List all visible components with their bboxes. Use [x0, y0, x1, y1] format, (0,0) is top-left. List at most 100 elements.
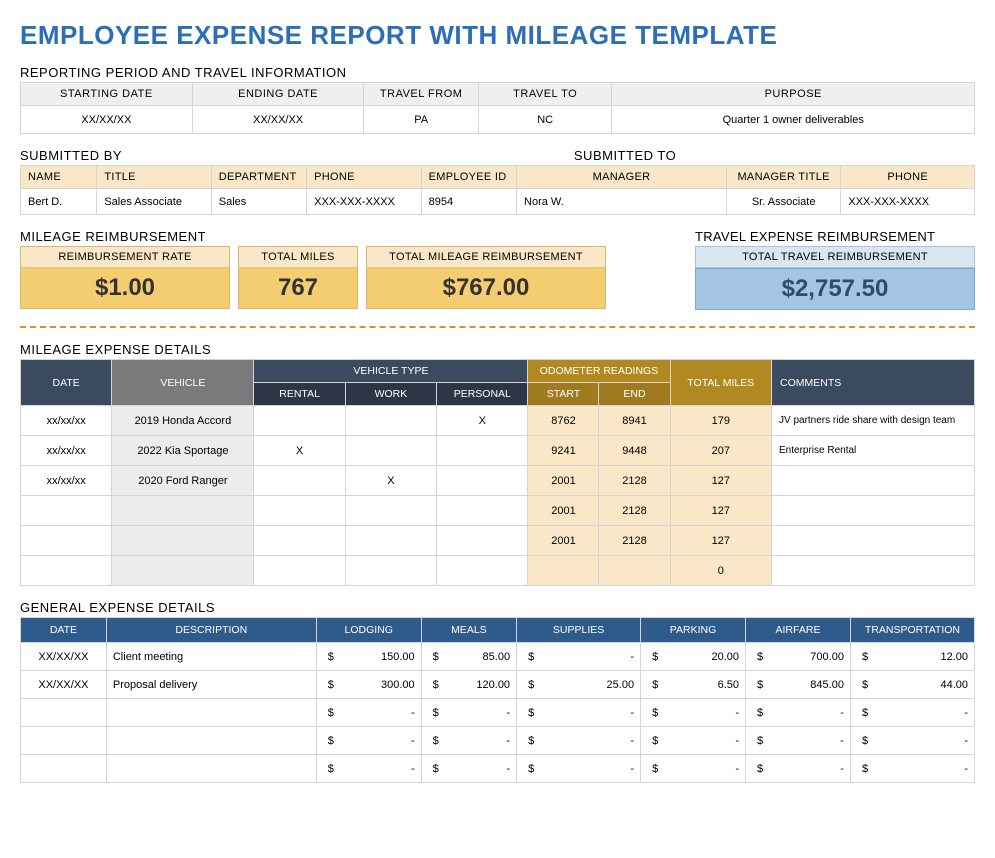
gen-date[interactable]	[21, 727, 107, 755]
gen-lodging[interactable]: $-	[316, 699, 421, 727]
gen-lodging[interactable]: $300.00	[316, 671, 421, 699]
mil-start[interactable]: 2001	[528, 466, 599, 496]
mil-personal[interactable]	[437, 436, 528, 466]
gen-lodging[interactable]: $150.00	[316, 643, 421, 671]
mil-start[interactable]	[528, 556, 599, 586]
mil-end[interactable]: 2128	[599, 526, 670, 556]
mil-personal[interactable]: X	[437, 406, 528, 436]
gen-parking[interactable]: $-	[641, 727, 746, 755]
gen-meals[interactable]: $120.00	[421, 671, 516, 699]
mil-comments[interactable]	[772, 466, 975, 496]
mil-rental[interactable]	[254, 406, 345, 436]
mil-vehicle[interactable]: 2019 Honda Accord	[112, 406, 254, 436]
mil-date[interactable]	[21, 496, 112, 526]
gen-airfare[interactable]: $-	[746, 727, 851, 755]
gen-desc[interactable]	[106, 755, 316, 783]
mil-work[interactable]	[345, 406, 436, 436]
mil-comments[interactable]: JV partners ride share with design team	[772, 406, 975, 436]
mil-comments[interactable]	[772, 526, 975, 556]
mil-start[interactable]: 8762	[528, 406, 599, 436]
gen-meals[interactable]: $-	[421, 755, 516, 783]
gen-date[interactable]	[21, 699, 107, 727]
mil-date[interactable]: xx/xx/xx	[21, 406, 112, 436]
mil-work[interactable]	[345, 496, 436, 526]
mil-personal[interactable]	[437, 466, 528, 496]
mil-start[interactable]: 2001	[528, 496, 599, 526]
mil-rental[interactable]	[254, 526, 345, 556]
mil-rental[interactable]	[254, 556, 345, 586]
gen-airfare[interactable]: $700.00	[746, 643, 851, 671]
gen-date[interactable]	[21, 755, 107, 783]
mil-end[interactable]: 2128	[599, 466, 670, 496]
gen-transport[interactable]: $-	[850, 727, 974, 755]
mil-personal[interactable]	[437, 496, 528, 526]
rp-cell[interactable]: NC	[478, 106, 612, 134]
gen-meals[interactable]: $-	[421, 727, 516, 755]
gen-parking[interactable]: $-	[641, 699, 746, 727]
mil-comments[interactable]	[772, 496, 975, 526]
mil-rental[interactable]	[254, 466, 345, 496]
gen-supplies[interactable]: $-	[517, 727, 641, 755]
mil-vehicle[interactable]	[112, 496, 254, 526]
mil-vehicle[interactable]	[112, 556, 254, 586]
gen-meals[interactable]: $85.00	[421, 643, 516, 671]
mil-rental[interactable]: X	[254, 436, 345, 466]
gen-date[interactable]: XX/XX/XX	[21, 643, 107, 671]
mil-personal[interactable]	[437, 556, 528, 586]
gen-lodging[interactable]: $-	[316, 755, 421, 783]
gen-parking[interactable]: $20.00	[641, 643, 746, 671]
gen-transport[interactable]: $12.00	[850, 643, 974, 671]
st-cell[interactable]: XXX-XXX-XXXX	[841, 189, 975, 215]
rp-cell[interactable]: XX/XX/XX	[192, 106, 364, 134]
mil-vehicle[interactable]: 2020 Ford Ranger	[112, 466, 254, 496]
gen-meals[interactable]: $-	[421, 699, 516, 727]
sb-cell[interactable]: Sales	[211, 189, 306, 215]
mil-start[interactable]: 2001	[528, 526, 599, 556]
mil-date[interactable]: xx/xx/xx	[21, 436, 112, 466]
mil-comments[interactable]	[772, 556, 975, 586]
mil-rental[interactable]	[254, 496, 345, 526]
gen-desc[interactable]	[106, 727, 316, 755]
mil-end[interactable]: 9448	[599, 436, 670, 466]
mil-date[interactable]	[21, 526, 112, 556]
mil-start[interactable]: 9241	[528, 436, 599, 466]
gen-airfare[interactable]: $845.00	[746, 671, 851, 699]
gen-desc[interactable]	[106, 699, 316, 727]
gen-airfare[interactable]: $-	[746, 755, 851, 783]
mil-date[interactable]: xx/xx/xx	[21, 466, 112, 496]
mil-vehicle[interactable]: 2022 Kia Sportage	[112, 436, 254, 466]
gen-transport[interactable]: $-	[850, 755, 974, 783]
st-cell[interactable]: Nora W.	[517, 189, 727, 215]
rp-cell[interactable]: Quarter 1 owner deliverables	[612, 106, 975, 134]
gen-supplies[interactable]: $-	[517, 643, 641, 671]
gen-airfare[interactable]: $-	[746, 699, 851, 727]
mil-end[interactable]	[599, 556, 670, 586]
mil-vehicle[interactable]	[112, 526, 254, 556]
sb-cell[interactable]: XXX-XXX-XXXX	[307, 189, 421, 215]
mil-work[interactable]	[345, 556, 436, 586]
st-cell[interactable]: Sr. Associate	[726, 189, 840, 215]
rp-cell[interactable]: XX/XX/XX	[21, 106, 193, 134]
mil-work[interactable]	[345, 526, 436, 556]
sb-cell[interactable]: Sales Associate	[97, 189, 211, 215]
mil-work[interactable]: X	[345, 466, 436, 496]
gen-transport[interactable]: $44.00	[850, 671, 974, 699]
gen-supplies[interactable]: $25.00	[517, 671, 641, 699]
mil-work[interactable]	[345, 436, 436, 466]
mil-comments[interactable]: Enterprise Rental	[772, 436, 975, 466]
gen-date[interactable]: XX/XX/XX	[21, 671, 107, 699]
mil-end[interactable]: 2128	[599, 496, 670, 526]
sb-cell[interactable]: 8954	[421, 189, 516, 215]
gen-parking[interactable]: $-	[641, 755, 746, 783]
gen-supplies[interactable]: $-	[517, 755, 641, 783]
gen-desc[interactable]: Proposal delivery	[106, 671, 316, 699]
gen-desc[interactable]: Client meeting	[106, 643, 316, 671]
mil-personal[interactable]	[437, 526, 528, 556]
sb-cell[interactable]: Bert D.	[21, 189, 97, 215]
mil-end[interactable]: 8941	[599, 406, 670, 436]
gen-parking[interactable]: $6.50	[641, 671, 746, 699]
gen-transport[interactable]: $-	[850, 699, 974, 727]
rp-cell[interactable]: PA	[364, 106, 478, 134]
gen-supplies[interactable]: $-	[517, 699, 641, 727]
gen-lodging[interactable]: $-	[316, 727, 421, 755]
